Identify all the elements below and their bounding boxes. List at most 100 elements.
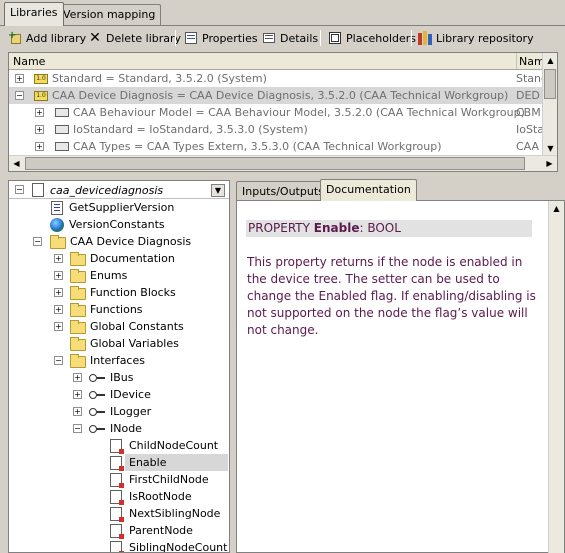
- tree-item-label: Functions: [90, 303, 143, 316]
- library-repository-icon: [418, 31, 432, 45]
- tree-item-label: Function Blocks: [90, 286, 176, 299]
- tree-item-selected[interactable]: Enable: [110, 454, 228, 471]
- property-icon: [110, 524, 124, 539]
- expand-icon[interactable]: +: [54, 271, 63, 280]
- table-row[interactable]: + CAA Behaviour Model = CAA Behaviour Mo…: [9, 104, 542, 121]
- folder-icon: [70, 354, 86, 368]
- vertical-scrollbar[interactable]: ▲: [548, 201, 564, 553]
- tab-divider: [0, 25, 565, 26]
- tree-item[interactable]: − CAA Device Diagnosis: [9, 233, 229, 250]
- tab-version-mapping[interactable]: Version mapping: [57, 4, 162, 25]
- collapse-icon[interactable]: −: [54, 356, 63, 365]
- interface-icon: [89, 373, 105, 383]
- scrollbar-thumb[interactable]: [544, 69, 556, 99]
- tree-item[interactable]: + IDevice: [9, 386, 229, 403]
- vertical-scrollbar[interactable]: ▲ ▼: [542, 53, 557, 156]
- tree-item[interactable]: Global Variables: [9, 335, 229, 352]
- tree-item[interactable]: NextSiblingNode: [9, 505, 229, 522]
- folder-icon: [70, 269, 86, 283]
- tree-item-label: SiblingNodeCount: [129, 541, 228, 553]
- tab-inputs-outputs[interactable]: Inputs/Outputs: [236, 181, 330, 201]
- details-button[interactable]: Details: [262, 29, 318, 47]
- tree-item[interactable]: + ILogger: [9, 403, 229, 420]
- library-table[interactable]: Name Name + 1.0 Standard = Standard, 3.5…: [8, 52, 558, 172]
- expand-icon[interactable]: +: [54, 254, 63, 263]
- scroll-left-arrow-icon[interactable]: ◀: [9, 156, 24, 171]
- property-icon: [110, 541, 124, 552]
- expand-icon[interactable]: +: [35, 125, 44, 134]
- tab-libraries[interactable]: Libraries: [4, 2, 64, 26]
- folder-icon: [70, 286, 86, 300]
- tree-item[interactable]: FirstChildNode: [9, 471, 229, 488]
- column-header-name-2[interactable]: Name: [517, 53, 543, 69]
- tree-item[interactable]: − INode: [9, 420, 229, 437]
- table-row-selected[interactable]: − 1.0 CAA Device Diagnosis = CAA Device …: [9, 87, 542, 104]
- tree-item[interactable]: SiblingNodeCount: [9, 539, 229, 553]
- expand-icon[interactable]: +: [35, 142, 44, 151]
- property-icon: [110, 490, 124, 505]
- library-name: CAA Device Diagnosis = CAA Device Diagno…: [52, 89, 509, 102]
- tree-item[interactable]: − Interfaces: [9, 352, 229, 369]
- scroll-right-arrow-icon[interactable]: ▶: [542, 156, 557, 171]
- main-tabstrip: Libraries Version mapping: [0, 0, 565, 26]
- tree-item[interactable]: + Function Blocks: [9, 284, 229, 301]
- tree-item-label: Global Variables: [90, 337, 179, 350]
- tree-item[interactable]: ParentNode: [9, 522, 229, 539]
- tree-item[interactable]: VersionConstants: [9, 216, 229, 233]
- tab-documentation[interactable]: Documentation: [320, 179, 417, 201]
- add-library-label: Add library: [26, 31, 87, 45]
- expand-icon[interactable]: +: [73, 373, 82, 382]
- expand-icon[interactable]: +: [15, 74, 24, 83]
- expand-icon[interactable]: +: [54, 322, 63, 331]
- placeholders-button[interactable]: Placeholders: [328, 29, 416, 47]
- library-namespace: Stand: [516, 72, 544, 85]
- collapse-icon[interactable]: −: [33, 237, 42, 246]
- collapse-icon[interactable]: −: [15, 91, 24, 100]
- tree-item[interactable]: + Enums: [9, 267, 229, 284]
- property-icon: [110, 507, 124, 522]
- scroll-down-arrow-icon[interactable]: ▼: [543, 141, 558, 156]
- collapse-icon[interactable]: −: [73, 424, 82, 433]
- scroll-up-arrow-icon[interactable]: ▲: [543, 53, 558, 68]
- tree-root-row[interactable]: − caa_devicediagnosis ▼: [9, 181, 229, 199]
- property-icon: [110, 439, 124, 454]
- expand-icon[interactable]: +: [73, 390, 82, 399]
- placeholders-label: Placeholders: [346, 31, 417, 45]
- library-namespace: DED: [516, 89, 540, 102]
- table-row[interactable]: + IoStandard = IoStandard, 3.5.3.0 (Syst…: [9, 121, 544, 138]
- expand-icon[interactable]: +: [54, 288, 63, 297]
- table-row[interactable]: + 1.0 Standard = Standard, 3.5.2.0 (Syst…: [9, 70, 544, 87]
- library-name: CAA Types = CAA Types Extern, 3.5.3.0 (C…: [73, 140, 442, 153]
- tree-item[interactable]: + Functions: [9, 301, 229, 318]
- delete-library-label: Delete library: [106, 31, 182, 45]
- expand-icon[interactable]: +: [35, 108, 44, 117]
- library-repository-button[interactable]: Library repository: [418, 29, 534, 47]
- tree-item-label: CAA Device Diagnosis: [70, 235, 192, 248]
- add-library-icon: +: [8, 31, 22, 45]
- scroll-up-arrow-icon[interactable]: ▲: [549, 201, 564, 216]
- property-signature: PROPERTY Enable: BOOL: [246, 220, 532, 237]
- scrollbar-thumb[interactable]: [25, 157, 525, 170]
- component-icon: [55, 125, 69, 134]
- delete-library-button[interactable]: ✕ Delete library: [88, 29, 181, 47]
- tree-item[interactable]: GetSupplierVersion: [9, 199, 229, 216]
- tree-item[interactable]: + Global Constants: [9, 318, 229, 335]
- library-tree[interactable]: − caa_devicediagnosis ▼ GetSupplierVersi…: [8, 180, 230, 553]
- properties-button[interactable]: Properties: [184, 29, 258, 47]
- column-header-name[interactable]: Name: [9, 53, 517, 69]
- tree-item[interactable]: ChildNodeCount: [9, 437, 229, 454]
- dropdown-arrow-icon[interactable]: ▼: [211, 184, 225, 197]
- tree-item[interactable]: + IBus: [9, 369, 229, 386]
- table-row[interactable]: + CAA Types = CAA Types Extern, 3.5.3.0 …: [9, 138, 542, 155]
- expand-icon[interactable]: +: [73, 407, 82, 416]
- toolbar-separator: [411, 30, 412, 46]
- interface-icon: [89, 424, 105, 434]
- add-library-button[interactable]: + Add library: [8, 29, 86, 47]
- tree-item[interactable]: IsRootNode: [9, 488, 229, 505]
- document-icon: [51, 201, 63, 215]
- documentation-panel: PROPERTY Enable: BOOL This property retu…: [236, 200, 565, 553]
- expand-icon[interactable]: +: [54, 305, 63, 314]
- tree-item[interactable]: + Documentation: [9, 250, 229, 267]
- horizontal-scrollbar[interactable]: ◀ ▶: [9, 155, 557, 171]
- collapse-icon[interactable]: −: [15, 185, 24, 194]
